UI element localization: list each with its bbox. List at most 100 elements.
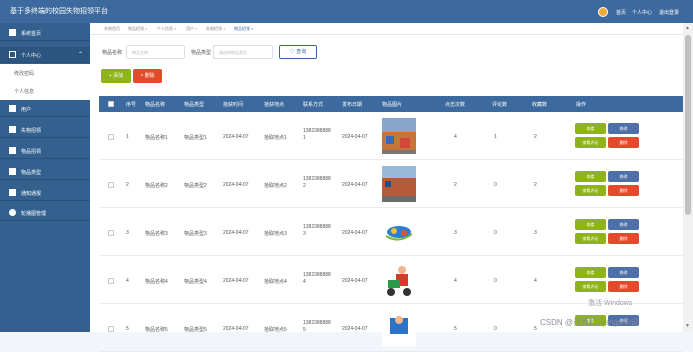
tab-profile-info[interactable]: 个人信息 × bbox=[157, 26, 176, 32]
home-icon bbox=[9, 29, 16, 36]
add-button[interactable]: + 添加 bbox=[101, 69, 131, 83]
row-type: 物品类型4 bbox=[184, 279, 207, 285]
row-comments: 0 bbox=[494, 182, 497, 188]
row-time: 2024-04-07 bbox=[223, 278, 249, 284]
sidebar-item-notice[interactable]: 通知通报 bbox=[0, 185, 90, 201]
row-favs: 4 bbox=[534, 278, 537, 284]
sidebar-item-label: 个人中心 bbox=[21, 53, 42, 59]
tab-users[interactable]: 用户 × bbox=[186, 26, 197, 32]
sidebar-item-users[interactable]: 用户 bbox=[0, 101, 90, 117]
top-bar: 基于多终端的校园失物招领平台 首页 个人中心 退出登录 bbox=[0, 0, 693, 23]
scrollbar-thumb[interactable] bbox=[685, 35, 691, 215]
row-phone: 13823888883 bbox=[303, 224, 331, 237]
row-checkbox[interactable] bbox=[108, 230, 114, 236]
windows-activation-watermark: 激活 Windows bbox=[588, 300, 633, 307]
view-comments-button[interactable]: 查看评论 bbox=[575, 281, 606, 292]
edit-button[interactable]: 修改 bbox=[608, 267, 639, 278]
row-date: 2024-04-07 bbox=[342, 134, 368, 140]
row-clicks: 5 bbox=[454, 326, 457, 332]
row-type: 物品类型2 bbox=[184, 183, 207, 189]
tab-found-active[interactable]: 物品招领 × bbox=[234, 26, 253, 32]
sidebar-subitem-info[interactable]: 个人信息 bbox=[0, 82, 90, 100]
delete-button[interactable]: 删除 bbox=[608, 185, 639, 196]
row-favs: 2 bbox=[534, 182, 537, 188]
search-button[interactable]: ♡ 查询 bbox=[279, 45, 317, 59]
batch-delete-button[interactable]: × 删除 bbox=[133, 69, 162, 83]
col-actions: 操作 bbox=[576, 102, 587, 108]
view-button[interactable]: 查看 bbox=[575, 123, 606, 134]
view-comments-button[interactable]: 查看评论 bbox=[575, 185, 606, 196]
sidebar-item-types[interactable]: 物品类型 bbox=[0, 164, 90, 180]
avatar[interactable] bbox=[598, 7, 608, 17]
edit-button[interactable]: 修改 bbox=[608, 123, 639, 134]
delete-button[interactable]: 删除 bbox=[608, 233, 639, 244]
sidebar-item-carousel[interactable]: 轮播图管理 bbox=[0, 205, 90, 221]
tab-found[interactable]: 物品招领 × bbox=[128, 26, 147, 32]
delete-button[interactable]: 删除 bbox=[608, 137, 639, 148]
users-icon bbox=[9, 105, 16, 112]
row-name: 物品名称3 bbox=[145, 231, 168, 237]
app-title: 基于多终端的校园失物招领平台 bbox=[10, 8, 108, 15]
sidebar-item-found[interactable]: 物品招领 bbox=[0, 143, 90, 159]
row-phone: 13823888882 bbox=[303, 176, 331, 189]
row-checkbox[interactable] bbox=[108, 134, 114, 140]
row-clicks: 2 bbox=[454, 182, 457, 188]
row-favs: 3 bbox=[534, 230, 537, 236]
pin-icon bbox=[9, 209, 16, 216]
item-image bbox=[382, 214, 416, 250]
row-checkbox[interactable] bbox=[108, 326, 114, 332]
nav-home-link[interactable]: 首页 bbox=[616, 9, 626, 16]
sidebar-item-label: 通知通报 bbox=[21, 191, 42, 197]
view-button[interactable]: 查看 bbox=[575, 171, 606, 182]
scroll-up-icon[interactable]: ▲ bbox=[685, 25, 690, 31]
type-select[interactable]: 请选择物品类型 bbox=[213, 45, 273, 59]
table-row: 4 物品名称4 物品类型4 2024-04-07 拾取地点4 138238888… bbox=[99, 257, 683, 304]
sidebar-item-lost[interactable]: 失物招领 bbox=[0, 122, 90, 138]
edit-button[interactable]: 修改 bbox=[608, 219, 639, 230]
item-image bbox=[382, 118, 416, 154]
sidebar: 系统首页 个人中心 ⌃ 修改密码 个人信息 用户 失物招领 物品招领 物品类型 … bbox=[0, 23, 90, 332]
col-no: 序号 bbox=[126, 102, 137, 108]
row-date: 2024-04-07 bbox=[342, 182, 368, 188]
row-checkbox[interactable] bbox=[108, 182, 114, 188]
select-all-checkbox[interactable] bbox=[108, 101, 114, 107]
name-search-input[interactable]: 物品名称 bbox=[126, 45, 185, 59]
item-image bbox=[382, 262, 416, 298]
row-comments: 1 bbox=[494, 134, 497, 140]
type-select-placeholder: 请选择物品类型 bbox=[219, 50, 247, 55]
item-image bbox=[382, 310, 416, 346]
edit-button[interactable]: 修改 bbox=[608, 171, 639, 182]
search-button-label: 查询 bbox=[296, 49, 307, 55]
scroll-down-icon[interactable]: ▼ bbox=[685, 323, 690, 329]
sidebar-subitem-label: 个人信息 bbox=[14, 89, 35, 95]
delete-button[interactable]: 删除 bbox=[608, 281, 639, 292]
delete-button-label: 删除 bbox=[144, 73, 155, 79]
row-place: 拾取地点1 bbox=[264, 135, 287, 141]
vertical-scrollbar[interactable]: ▲ ▼ bbox=[683, 23, 693, 332]
row-favs: 5 bbox=[534, 326, 537, 332]
row-clicks: 4 bbox=[454, 134, 457, 140]
table-row: 1 物品名称1 物品类型1 2024-04-07 拾取地点1 138238888… bbox=[99, 113, 683, 160]
sidebar-subitem-label: 修改密码 bbox=[14, 71, 35, 77]
view-button[interactable]: 查看 bbox=[575, 267, 606, 278]
row-time: 2024-04-07 bbox=[223, 230, 249, 236]
table-row: 3 物品名称3 物品类型3 2024-04-07 拾取地点3 138238888… bbox=[99, 209, 683, 256]
view-button[interactable]: 查看 bbox=[575, 219, 606, 230]
sidebar-item-home[interactable]: 系统首页 bbox=[0, 25, 90, 41]
row-no: 3 bbox=[126, 230, 129, 236]
chat-icon bbox=[9, 168, 16, 175]
logout-link[interactable]: 退出登录 bbox=[659, 9, 679, 16]
nav-profile-link[interactable]: 个人中心 bbox=[632, 9, 652, 16]
view-comments-button[interactable]: 查看评论 bbox=[575, 137, 606, 148]
sidebar-subitem-password[interactable]: 修改密码 bbox=[0, 64, 90, 82]
breadcrumb: 系统首页 物品招领 × 个人信息 × 用户 × 失物招领 × 物品招领 × bbox=[90, 23, 683, 35]
name-label: 物品名称 bbox=[102, 50, 123, 56]
tab-lost[interactable]: 失物招领 × bbox=[206, 26, 225, 32]
view-comments-button[interactable]: 查看评论 bbox=[575, 233, 606, 244]
row-checkbox[interactable] bbox=[108, 278, 114, 284]
sidebar-item-label: 物品招领 bbox=[21, 149, 42, 155]
tab-home[interactable]: 系统首页 bbox=[104, 26, 120, 32]
grid-icon bbox=[9, 189, 16, 196]
sidebar-item-label: 轮播图管理 bbox=[21, 211, 47, 217]
sidebar-item-profile[interactable]: 个人中心 ⌃ bbox=[0, 47, 90, 63]
